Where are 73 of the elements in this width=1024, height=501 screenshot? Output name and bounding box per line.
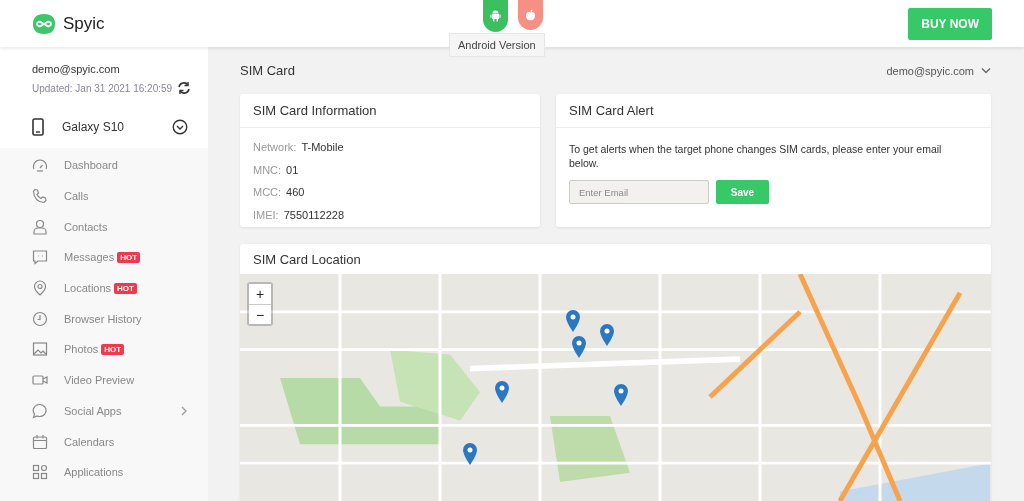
- android-icon: [490, 10, 501, 22]
- location-pin-icon: [32, 280, 48, 297]
- field-label: MNC:: [253, 163, 282, 176]
- account-email: demo@spyic.com: [32, 63, 121, 75]
- image-icon: [32, 341, 48, 358]
- refresh-icon[interactable]: [177, 81, 192, 95]
- sidebar-item-label: Contacts: [64, 220, 108, 233]
- sidebar-item[interactable]: Dashboard: [0, 150, 208, 181]
- gauge-icon: [32, 157, 48, 174]
- sidebar-item[interactable]: Video Preview: [0, 364, 208, 396]
- sidebar-item-label: Social Apps: [64, 404, 122, 417]
- sidebar-item-label: Locations: [64, 282, 112, 295]
- chat-icon: [32, 249, 48, 266]
- card-title: SIM Card Information: [240, 94, 540, 128]
- sidebar-item[interactable]: Social Apps: [0, 395, 208, 427]
- sidebar-item-label: Calendars: [64, 435, 115, 448]
- android-tab[interactable]: [483, 0, 508, 32]
- sidebar-item[interactable]: Calls: [0, 180, 208, 212]
- field-value: T-Mobile: [301, 141, 344, 154]
- map-pin-icon[interactable]: [571, 335, 587, 359]
- phone-handset-icon: [32, 188, 48, 205]
- updated-time: Updated: Jan 31 2021 16:20:59: [32, 82, 173, 94]
- email-input-field[interactable]: Enter Email: [569, 180, 709, 205]
- map-pin-icon[interactable]: [565, 309, 581, 333]
- clock-icon: [32, 310, 48, 327]
- buy-now-button[interactable]: BUY NOW: [908, 7, 992, 40]
- field-value: 460: [286, 186, 305, 199]
- page-title: SIM Card: [240, 63, 295, 78]
- field-label: IMEI:: [253, 208, 279, 221]
- field-value: 01: [286, 163, 299, 176]
- field-value: 7550112228: [283, 208, 345, 221]
- device-name: Galaxy S10: [62, 120, 126, 134]
- zoom-in-button[interactable]: +: [249, 284, 271, 304]
- sidebar-item[interactable]: Contacts: [0, 211, 208, 243]
- calendar-icon: [32, 433, 48, 450]
- sidebar-item[interactable]: Locations HOT: [0, 272, 208, 304]
- person-icon: [32, 218, 48, 235]
- sidebar-item[interactable]: Browser History: [0, 303, 208, 335]
- sidebar-item-label: Video Preview: [64, 374, 135, 387]
- sidebar-item[interactable]: Applications: [0, 456, 208, 488]
- card-title: SIM Card Location: [252, 251, 362, 269]
- map-pin-icon[interactable]: [494, 380, 510, 404]
- sidebar-item-label: Calls: [64, 190, 89, 203]
- sidebar-item-label: Applications: [64, 466, 124, 479]
- hot-badge: HOT: [117, 251, 141, 263]
- map-pin-icon[interactable]: [613, 383, 629, 407]
- apple-icon: [525, 9, 536, 21]
- speech-bubble-icon: [32, 402, 48, 419]
- alert-description: To get alerts when the target phone changes SIM cards, please enter your email below.: [569, 142, 943, 171]
- sidebar-item[interactable]: Photos HOT: [0, 334, 208, 365]
- zoom-out-button[interactable]: −: [249, 304, 271, 324]
- user-menu[interactable]: demo@spyic.com: [886, 64, 991, 77]
- dropdown-icon[interactable]: [172, 119, 188, 135]
- field-label: MCC:: [253, 186, 282, 199]
- phone-icon: [32, 118, 44, 136]
- tooltip: Android Version: [449, 33, 545, 57]
- save-button[interactable]: Save: [716, 180, 769, 205]
- map-pin-icon[interactable]: [462, 442, 478, 466]
- map-pin-icon[interactable]: [599, 323, 615, 347]
- sidebar-item-label: Messages: [64, 251, 115, 264]
- sidebar-item-label: Photos: [64, 343, 99, 356]
- chevron-down-icon: [981, 67, 991, 74]
- hot-badge: HOT: [114, 282, 137, 294]
- card-title: SIM Card Alert: [556, 94, 991, 128]
- sidebar-item[interactable]: Calendars: [0, 426, 208, 457]
- logo-icon: [32, 12, 56, 35]
- brand-name: Spyic: [63, 13, 105, 34]
- hot-badge: HOT: [101, 343, 125, 355]
- sidebar-item-label: Browser History: [64, 312, 142, 325]
- sidebar-item-label: Dashboard: [64, 159, 118, 172]
- apps-grid-icon: [32, 464, 48, 481]
- field-label: Network:: [253, 141, 297, 154]
- sidebar-item[interactable]: Messages HOT: [0, 242, 208, 273]
